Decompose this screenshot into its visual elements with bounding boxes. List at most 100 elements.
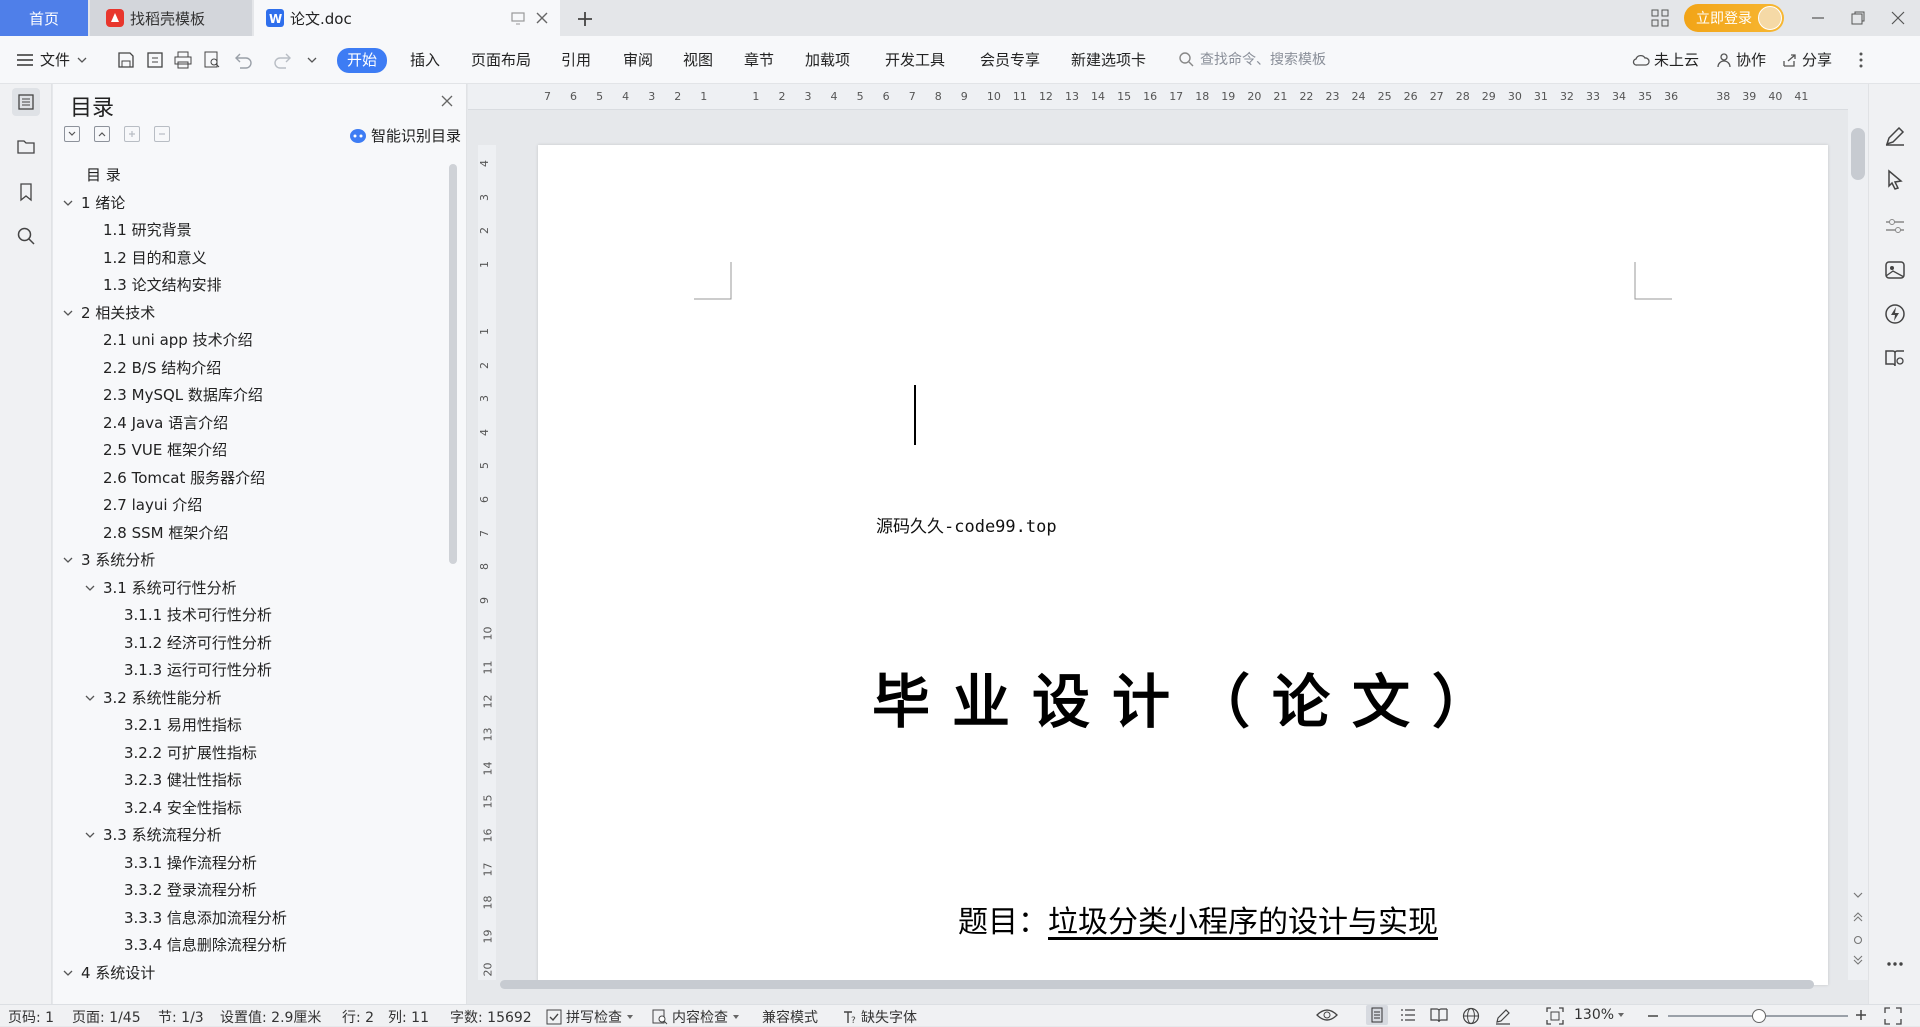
toc-item[interactable]: 2.7 layui 介绍 (103, 494, 202, 516)
toc-item[interactable]: 3.1 系统可行性分析 (83, 577, 237, 599)
missing-font-button[interactable]: ? 缺失字体 (842, 1007, 917, 1027)
share-button[interactable]: 分享 (1782, 49, 1832, 71)
toc-item[interactable]: 1 绪论 (61, 192, 125, 214)
toc-item[interactable]: 目 录 (86, 164, 121, 186)
status-page-number[interactable]: 页码: 1 (8, 1007, 54, 1027)
menu-insert[interactable]: 插入 (410, 49, 440, 71)
toc-item[interactable]: 3.3.2 登录流程分析 (124, 879, 257, 901)
chevron-down-icon[interactable] (61, 553, 75, 567)
toc-item[interactable]: 2.2 B/S 结构介绍 (103, 357, 221, 379)
menu-start[interactable]: 开始 (337, 48, 388, 73)
add-heading-icon[interactable] (124, 126, 140, 142)
fullscreen-icon[interactable] (1884, 1007, 1902, 1025)
toc-item[interactable]: 3.2.2 可扩展性指标 (124, 742, 257, 764)
close-tab-icon[interactable] (534, 10, 550, 26)
toc-item[interactable]: 3.3 系统流程分析 (83, 824, 222, 846)
print-preview-icon[interactable] (202, 50, 222, 70)
redo-icon[interactable] (272, 50, 294, 70)
select-pointer-icon[interactable] (1883, 168, 1907, 192)
reading-view-icon[interactable] (1430, 1007, 1448, 1023)
pen-icon[interactable] (1883, 124, 1907, 148)
toc-item[interactable]: 2.3 MySQL 数据库介绍 (103, 384, 263, 406)
scroll-down-icon[interactable] (1852, 890, 1864, 900)
toc-item[interactable]: 2.1 uni app 技术介绍 (103, 329, 253, 351)
collaborate-button[interactable]: 协作 (1716, 49, 1766, 71)
menu-developer[interactable]: 开发工具 (885, 49, 945, 71)
file-menu[interactable]: 文件 (16, 49, 88, 71)
toc-item[interactable]: 2.4 Java 语言介绍 (103, 412, 228, 434)
page-view-icon[interactable] (1366, 1005, 1388, 1025)
status-setting-value[interactable]: 设置值: 2.9厘米 (220, 1007, 321, 1027)
chevron-down-icon[interactable] (83, 828, 97, 842)
vertical-ruler[interactable]: 4 3 2 1 1 2 3 4 5 6 7 8 9 10 11 12 13 14 15 16 17 18 19 20 (478, 145, 496, 980)
menu-view[interactable]: 视图 (683, 49, 713, 71)
toc-item[interactable]: 3.2.1 易用性指标 (124, 714, 242, 736)
restore-icon[interactable] (1850, 10, 1866, 26)
spell-check-button[interactable]: 拼写检查 (546, 1007, 634, 1027)
login-button[interactable]: 立即登录 (1684, 4, 1784, 32)
collapse-all-icon[interactable] (94, 126, 110, 142)
zoom-in-icon[interactable] (1854, 1008, 1868, 1022)
status-section[interactable]: 节: 1/3 (158, 1007, 204, 1027)
web-view-icon[interactable] (1462, 1007, 1480, 1025)
toc-item[interactable]: 3.3.3 信息添加流程分析 (124, 907, 287, 929)
chapter-nav-icon[interactable] (12, 132, 40, 160)
menu-references[interactable]: 引用 (561, 49, 591, 71)
prev-page-icon[interactable] (1852, 910, 1864, 922)
content-check-button[interactable]: 内容检查 (652, 1007, 740, 1027)
chevron-down-icon[interactable] (61, 306, 75, 320)
status-page-count[interactable]: 页面: 1/45 (72, 1007, 141, 1027)
vertical-scroll-thumb[interactable] (1851, 128, 1865, 180)
toc-item[interactable]: 3.2.3 健壮性指标 (124, 769, 242, 791)
undo-icon[interactable] (232, 50, 254, 70)
chevron-down-icon[interactable] (61, 196, 75, 210)
grid-apps-icon[interactable] (1650, 8, 1670, 28)
fit-page-icon[interactable] (1546, 1007, 1564, 1025)
eye-protection-icon[interactable] (1316, 1007, 1338, 1023)
toc-scrollbar[interactable] (449, 164, 457, 564)
toc-item[interactable]: 1.1 研究背景 (103, 219, 192, 241)
toc-item[interactable]: 4 系统设计 (61, 962, 155, 984)
toc-item[interactable]: 1.3 论文结构安排 (103, 274, 222, 296)
close-icon[interactable] (440, 94, 454, 108)
write-mode-icon[interactable] (1494, 1007, 1512, 1025)
toc-item[interactable]: 3.3.4 信息删除流程分析 (124, 934, 287, 956)
tab-home[interactable]: 首页 (0, 0, 88, 36)
save-icon[interactable] (116, 50, 136, 70)
reading-mode-icon[interactable] (1883, 346, 1907, 370)
horizontal-ruler[interactable]: 7 6 5 4 3 2 1 1 2 3 4 5 6 7 8 9 10 11 12 13 14 15 16 17 18 19 20 21… (468, 84, 1848, 110)
bookmark-icon[interactable] (12, 178, 40, 206)
toc-item[interactable]: 2.5 VUE 框架介绍 (103, 439, 227, 461)
new-tab-icon[interactable] (572, 6, 598, 32)
flash-tools-icon[interactable] (1883, 302, 1907, 326)
command-search[interactable]: 查找命令、搜索模板 (1178, 49, 1326, 69)
cloud-status[interactable]: 未上云 (1632, 49, 1699, 71)
vertical-scrollbar[interactable] (1848, 84, 1868, 980)
zoom-out-icon[interactable] (1646, 1009, 1660, 1023)
adjust-sliders-icon[interactable] (1883, 214, 1907, 238)
float-window-icon[interactable] (510, 10, 526, 26)
image-tools-icon[interactable] (1883, 258, 1907, 282)
zoom-slider-thumb[interactable] (1752, 1009, 1766, 1023)
toc-item[interactable]: 3 系统分析 (61, 549, 155, 571)
tab-document[interactable]: W 论文.doc (254, 0, 560, 36)
menu-review[interactable]: 审阅 (623, 49, 653, 71)
export-pdf-icon[interactable] (145, 50, 165, 70)
customize-toolbar-icon[interactable] (306, 54, 318, 66)
expand-all-icon[interactable] (64, 126, 80, 142)
toc-item[interactable]: 3.1.2 经济可行性分析 (124, 632, 272, 654)
more-tools-icon[interactable] (1883, 952, 1907, 976)
tab-template[interactable]: 找稻壳模板 (90, 0, 252, 36)
toc-item[interactable]: 3.2 系统性能分析 (83, 687, 222, 709)
toc-item[interactable]: 2.6 Tomcat 服务器介绍 (103, 467, 265, 489)
smart-toc-button[interactable]: 智能识别目录 (349, 125, 461, 146)
menu-page-layout[interactable]: 页面布局 (471, 49, 531, 71)
toc-item[interactable]: 2 相关技术 (61, 302, 155, 324)
toc-item[interactable]: 3.2.4 安全性指标 (124, 797, 242, 819)
toc-item[interactable]: 2.8 SSM 框架介绍 (103, 522, 228, 544)
more-options-icon[interactable] (1858, 50, 1864, 70)
menu-chapter[interactable]: 章节 (744, 49, 774, 71)
remove-heading-icon[interactable] (154, 126, 170, 142)
toc-item[interactable]: 3.1.3 运行可行性分析 (124, 659, 272, 681)
minimize-icon[interactable] (1810, 10, 1826, 26)
